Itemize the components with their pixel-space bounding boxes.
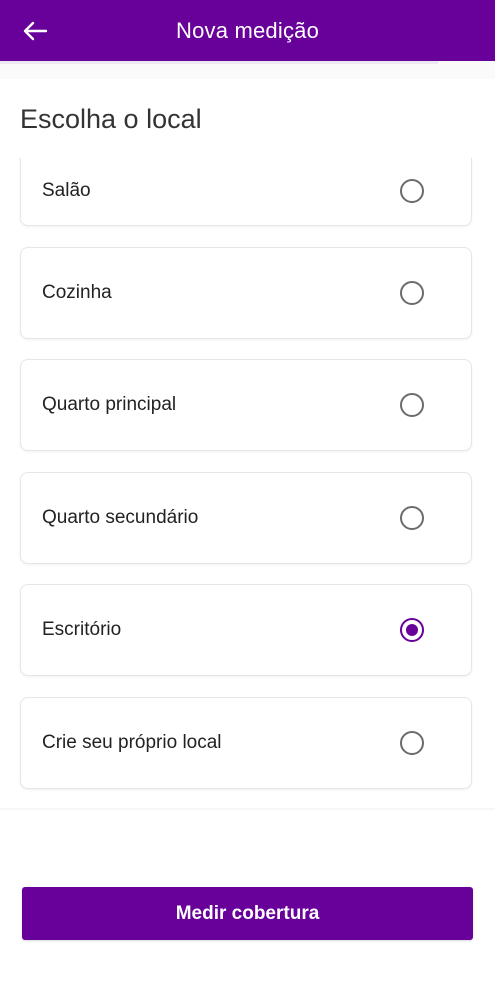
progress-strip xyxy=(0,61,438,64)
screen: Nova medição Escolha o local Salão Cozin… xyxy=(0,0,495,1000)
page-title: Nova medição xyxy=(175,17,320,43)
app-bar: Nova medição xyxy=(0,0,495,61)
divider xyxy=(0,808,495,810)
location-label: Quarto principal xyxy=(42,394,177,415)
location-item-cozinha[interactable]: Cozinha xyxy=(20,247,472,339)
location-item-escritorio[interactable]: Escritório xyxy=(20,584,472,676)
arrow-left-icon xyxy=(23,21,48,41)
location-item-custom[interactable]: Crie seu próprio local xyxy=(20,697,472,789)
location-item-salao[interactable]: Salão xyxy=(20,158,472,226)
radio-unselected-icon[interactable] xyxy=(400,731,424,755)
location-item-quarto-principal[interactable]: Quarto principal xyxy=(20,359,472,451)
location-label: Quarto secundário xyxy=(42,507,199,528)
location-label: Crie seu próprio local xyxy=(42,732,222,753)
radio-unselected-icon[interactable] xyxy=(400,393,424,417)
location-label: Salão xyxy=(42,180,91,201)
location-label: Cozinha xyxy=(42,282,112,303)
section-title: Escolha o local xyxy=(20,104,202,134)
measure-coverage-button[interactable]: Medir cobertura xyxy=(22,887,473,940)
location-label: Escritório xyxy=(42,619,122,640)
back-button[interactable] xyxy=(18,14,52,48)
radio-unselected-icon[interactable] xyxy=(400,281,424,305)
radio-unselected-icon[interactable] xyxy=(400,179,424,203)
radio-unselected-icon[interactable] xyxy=(400,506,424,530)
radio-selected-icon[interactable] xyxy=(400,618,424,642)
location-list[interactable]: Salão Cozinha Quarto principal Quarto se… xyxy=(0,158,495,808)
location-item-quarto-secundario[interactable]: Quarto secundário xyxy=(20,472,472,564)
subheader-strip xyxy=(0,61,495,79)
